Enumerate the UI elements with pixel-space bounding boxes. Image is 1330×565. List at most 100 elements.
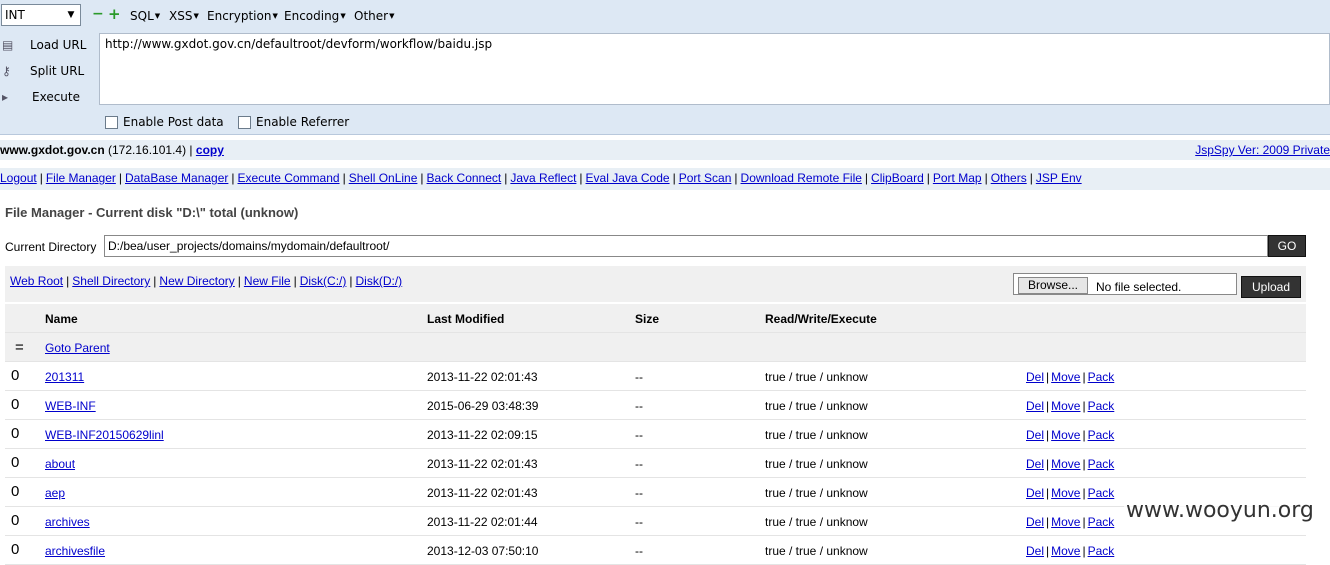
nav-jsp-env[interactable]: JSP Env xyxy=(1036,171,1082,185)
browse-button[interactable]: Browse... xyxy=(1018,277,1088,294)
folder-icon: 0 xyxy=(11,396,20,413)
move-link[interactable]: Move xyxy=(1051,515,1080,529)
nav-eval-java-code[interactable]: Eval Java Code xyxy=(586,171,670,185)
del-link[interactable]: Del xyxy=(1026,457,1044,471)
permissions: true / true / unknow xyxy=(765,544,868,558)
nav-shell-online[interactable]: Shell OnLine xyxy=(349,171,418,185)
nav-clipboard[interactable]: ClipBoard xyxy=(871,171,924,185)
checkbox-box[interactable] xyxy=(105,116,118,129)
file-name-link[interactable]: aep xyxy=(45,486,65,500)
pack-link[interactable]: Pack xyxy=(1088,428,1115,442)
nav-port-map[interactable]: Port Map xyxy=(933,171,982,185)
separator: | xyxy=(39,171,43,185)
separator: | xyxy=(118,171,122,185)
url-textarea[interactable]: http://www.gxdot.gov.cn/defaultroot/devf… xyxy=(99,33,1330,105)
watermark: www.wooyun.org xyxy=(1124,498,1316,523)
menu-encoding-label: Encoding xyxy=(284,9,340,23)
menu-sql-label: SQL xyxy=(130,9,154,23)
move-link[interactable]: Move xyxy=(1051,428,1080,442)
separator: | xyxy=(1046,370,1050,384)
nav-back-connect[interactable]: Back Connect xyxy=(427,171,502,185)
menu-encryption[interactable]: Encryption▼ xyxy=(207,9,278,23)
row-actions: Del | Move | Pack xyxy=(1026,515,1114,529)
folder-icon: 0 xyxy=(11,454,20,471)
file-name-link[interactable]: WEB-INF xyxy=(45,399,96,413)
file-size: -- xyxy=(635,515,643,529)
upload-file-input[interactable]: Browse... No file selected. xyxy=(1013,273,1237,295)
new-file-link[interactable]: New File xyxy=(244,274,291,288)
file-name-link[interactable]: WEB-INF20150629linl xyxy=(45,428,164,442)
goto-parent-link[interactable]: Goto Parent xyxy=(45,341,110,355)
header-last-modified: Last Modified xyxy=(427,312,505,326)
menu-sql[interactable]: SQL▼ xyxy=(130,9,160,23)
disk-c-link[interactable]: Disk(C:/) xyxy=(300,274,347,288)
nav-download-remote-file[interactable]: Download Remote File xyxy=(741,171,862,185)
nav-others[interactable]: Others xyxy=(991,171,1027,185)
load-url-button[interactable]: ▤ Load URL xyxy=(0,34,98,58)
nav-port-scan[interactable]: Port Scan xyxy=(679,171,732,185)
file-name-link[interactable]: about xyxy=(45,457,75,471)
execute-label: Execute xyxy=(32,90,80,104)
web-root-link[interactable]: Web Root xyxy=(10,274,63,288)
decrease-icon[interactable]: − xyxy=(92,7,104,21)
disk-d-link[interactable]: Disk(D:/) xyxy=(356,274,403,288)
menu-encoding[interactable]: Encoding▼ xyxy=(284,9,346,23)
file-size: -- xyxy=(635,544,643,558)
move-link[interactable]: Move xyxy=(1051,457,1080,471)
separator: | xyxy=(1082,428,1086,442)
folder-icon: 0 xyxy=(11,367,20,384)
move-link[interactable]: Move xyxy=(1051,399,1080,413)
file-name-link[interactable]: 201311 xyxy=(45,370,84,384)
pack-link[interactable]: Pack xyxy=(1088,486,1115,500)
menu-other[interactable]: Other▼ xyxy=(354,9,394,23)
separator: | xyxy=(1029,171,1033,185)
increase-icon[interactable]: + xyxy=(108,7,121,22)
table-row: 0 WEB-INF 2015-06-29 03:48:39 -- true / true… xyxy=(5,391,1306,420)
pack-link[interactable]: Pack xyxy=(1088,457,1115,471)
del-link[interactable]: Del xyxy=(1026,515,1044,529)
menu-other-label: Other xyxy=(354,9,389,23)
nav-java-reflect[interactable]: Java Reflect xyxy=(510,171,576,185)
del-link[interactable]: Del xyxy=(1026,486,1044,500)
file-name-link[interactable]: archivesfile xyxy=(45,544,105,558)
del-link[interactable]: Del xyxy=(1026,428,1044,442)
pack-link[interactable]: Pack xyxy=(1088,399,1115,413)
separator: | xyxy=(237,274,241,288)
nav-database-manager[interactable]: DataBase Manager xyxy=(125,171,228,185)
separator: | xyxy=(1046,457,1050,471)
shell-directory-link[interactable]: Shell Directory xyxy=(72,274,150,288)
execute-button[interactable]: ▸ Execute xyxy=(0,86,98,110)
checkbox-box[interactable] xyxy=(238,116,251,129)
host-ip: (172.16.101.4) xyxy=(108,143,187,157)
permissions: true / true / unknow xyxy=(765,515,868,529)
current-directory-input[interactable]: D:/bea/user_projects/domains/mydomain/de… xyxy=(104,235,1268,257)
upload-button[interactable]: Upload xyxy=(1241,276,1301,298)
pack-link[interactable]: Pack xyxy=(1088,515,1115,529)
nav-logout[interactable]: Logout xyxy=(0,171,37,185)
pack-link[interactable]: Pack xyxy=(1088,370,1115,384)
split-url-button[interactable]: ⚷ Split URL xyxy=(0,60,98,84)
version-link[interactable]: JspSpy Ver: 2009 Private xyxy=(1195,140,1330,160)
new-directory-link[interactable]: New Directory xyxy=(159,274,234,288)
menu-xss-label: XSS xyxy=(169,9,193,23)
del-link[interactable]: Del xyxy=(1026,399,1044,413)
main-nav: Logout | File Manager | DataBase Manager | Exe… xyxy=(0,168,1330,190)
nav-execute-command[interactable]: Execute Command xyxy=(238,171,340,185)
move-link[interactable]: Move xyxy=(1051,486,1080,500)
separator: | xyxy=(153,274,157,288)
del-link[interactable]: Del xyxy=(1026,370,1044,384)
del-link[interactable]: Del xyxy=(1026,544,1044,558)
caret-icon: ▼ xyxy=(389,12,395,20)
permissions: true / true / unknow xyxy=(765,457,868,471)
move-link[interactable]: Move xyxy=(1051,370,1080,384)
parent-icon: = xyxy=(15,339,24,356)
copy-link[interactable]: copy xyxy=(196,143,224,157)
go-button[interactable]: GO xyxy=(1268,235,1306,257)
file-name-link[interactable]: archives xyxy=(45,515,90,529)
move-link[interactable]: Move xyxy=(1051,544,1080,558)
folder-icon: 0 xyxy=(11,541,20,558)
menu-xss[interactable]: XSS▼ xyxy=(169,9,199,23)
pack-link[interactable]: Pack xyxy=(1088,544,1115,558)
encoding-select[interactable]: INT ▼ xyxy=(1,4,81,26)
nav-file-manager[interactable]: File Manager xyxy=(46,171,116,185)
